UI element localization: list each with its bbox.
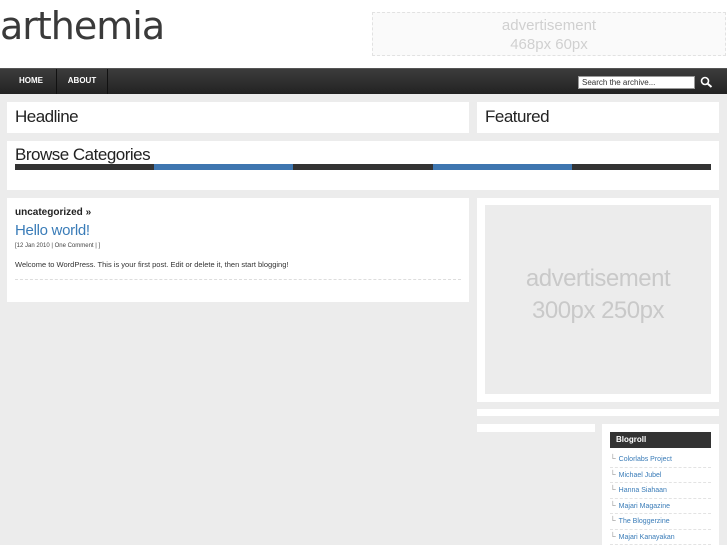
post-divider: [15, 279, 461, 280]
sidebar-strip: [477, 409, 719, 416]
blogroll-panel: Blogroll └ Colorlabs Project └ Michael Jub…: [602, 424, 719, 545]
post-excerpt: Welcome to WordPress. This is your first…: [15, 260, 289, 269]
blogroll-item: └ The Bloggerzine: [610, 514, 711, 530]
main-navbar: HOME ABOUT: [0, 68, 727, 94]
sidebar-small-strip: [477, 424, 595, 432]
ad-banner-side[interactable]: advertisement 300px 250px: [485, 205, 711, 394]
blogroll-link[interactable]: Majari Kanayakan: [619, 534, 675, 541]
search-input[interactable]: [578, 76, 695, 89]
headline-panel: Headline: [7, 102, 469, 133]
post-title-link[interactable]: Hello world!: [15, 222, 90, 239]
ad-banner-side-line1: advertisement: [525, 265, 671, 292]
blogroll-link[interactable]: Colorlabs Project: [619, 456, 672, 463]
post-panel: uncategorized » Hello world! [12 Jan 201…: [7, 198, 469, 302]
featured-title: Featured: [485, 107, 550, 126]
category-bar-segment[interactable]: [571, 164, 712, 170]
search-button[interactable]: [699, 75, 715, 89]
ad-banner-top[interactable]: advertisement 468px 60px: [372, 12, 726, 56]
category-bar-segment[interactable]: [432, 164, 572, 170]
blogroll-item: └ Colorlabs Project: [610, 452, 711, 468]
sidebar-ad-panel: advertisement 300px 250px: [477, 198, 719, 402]
headline-title: Headline: [15, 107, 79, 126]
post-meta: [12 Jan 2010 | One Comment | ]: [15, 243, 101, 249]
ad-banner-side-line2: 300px 250px: [532, 297, 664, 324]
site-logo[interactable]: arthemia: [0, 4, 165, 48]
ad-banner-top-line1: advertisement: [501, 17, 597, 34]
nav-home-link[interactable]: HOME: [6, 69, 57, 94]
featured-panel: Featured: [477, 102, 719, 133]
site-header: arthemia advertisement 468px 60px: [0, 0, 727, 68]
ad-banner-top-line2: 468px 60px: [510, 36, 588, 53]
blogroll-link[interactable]: Michael Jubel: [619, 472, 662, 479]
category-bar-segment[interactable]: [15, 164, 155, 170]
category-color-bar: [15, 164, 712, 170]
blogroll-item: └ Majari Kanayakan: [610, 530, 711, 545]
blogroll-list: └ Colorlabs Project └ Michael Jubel └ Hanna…: [610, 452, 711, 545]
blogroll-item: └ Majari Magazine: [610, 499, 711, 514]
category-bar-segment[interactable]: [154, 164, 294, 170]
blogroll-item: └ Michael Jubel: [610, 468, 711, 483]
blogroll-link[interactable]: The Bloggerzine: [619, 518, 670, 525]
blogroll-title: Blogroll: [610, 432, 711, 448]
browse-categories-panel: Browse Categories: [7, 141, 719, 190]
blogroll-link[interactable]: Hanna Siahaan: [619, 487, 667, 494]
category-heading[interactable]: uncategorized »: [15, 207, 91, 218]
browse-categories-title: Browse Categories: [15, 145, 151, 164]
blogroll-link[interactable]: Majari Magazine: [619, 503, 670, 510]
search-icon: [700, 76, 713, 88]
nav-about-link[interactable]: ABOUT: [57, 69, 108, 94]
blogroll-item: └ Hanna Siahaan: [610, 483, 711, 499]
category-bar-segment[interactable]: [293, 164, 433, 170]
